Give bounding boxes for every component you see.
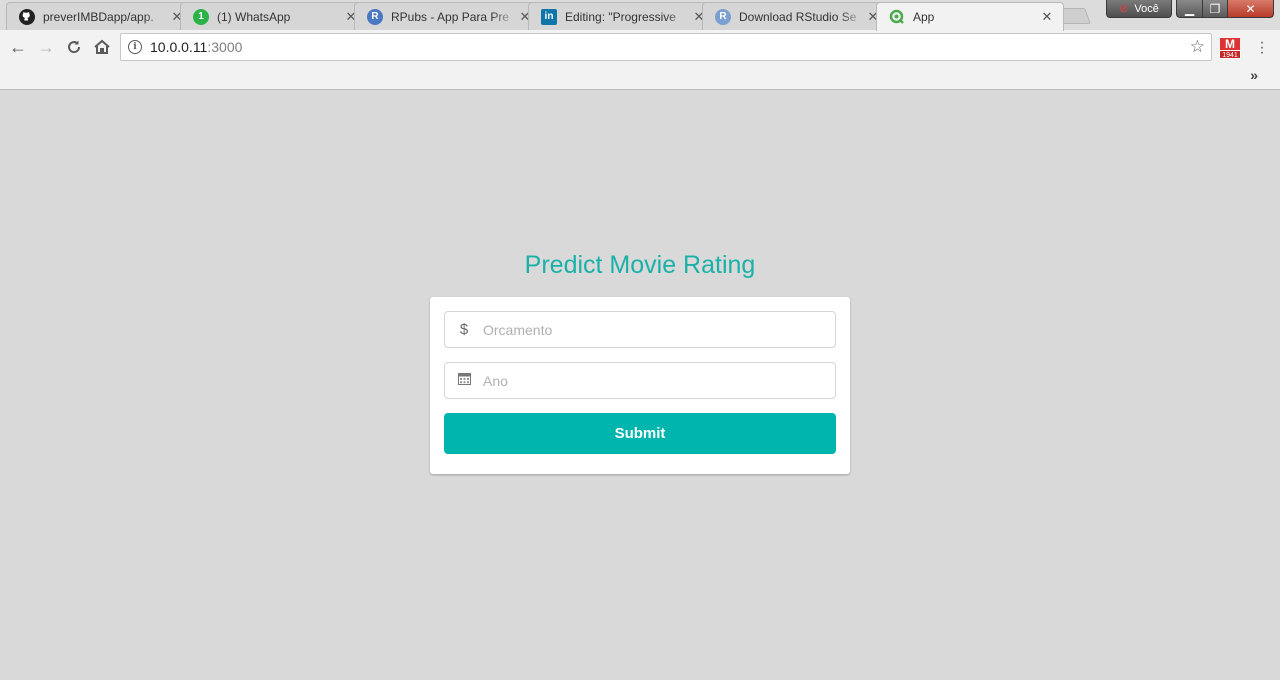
address-bar[interactable]: i 10.0.0.11 :3000 ☆ bbox=[120, 33, 1212, 61]
gmail-extension-button[interactable]: M 1941 bbox=[1219, 38, 1241, 60]
r-icon: R bbox=[367, 8, 383, 25]
tab-linkedin[interactable]: in Editing: "Progressive ✕ bbox=[528, 2, 716, 30]
calendar-icon bbox=[445, 372, 483, 389]
profile-name: Você bbox=[1134, 2, 1159, 15]
arrow-left-icon: ← bbox=[9, 36, 27, 57]
maximize-button[interactable]: ❐ bbox=[1202, 0, 1228, 18]
forward-button[interactable]: → bbox=[34, 35, 58, 59]
tab-app[interactable]: App ✕ bbox=[876, 2, 1064, 31]
profile-icon: ⊘ bbox=[1119, 3, 1129, 15]
tab-title: App bbox=[913, 10, 935, 24]
tab-rpubs[interactable]: R RPubs - App Para Pre ✕ bbox=[354, 2, 542, 30]
reload-button[interactable] bbox=[62, 35, 86, 59]
tab-title: RPubs - App Para Pre bbox=[391, 9, 510, 24]
browser-menu-button[interactable]: · · · bbox=[1258, 35, 1266, 61]
tab-title: Download RStudio Se bbox=[739, 9, 857, 24]
github-icon bbox=[19, 8, 35, 25]
bookmarks-bar: » bbox=[0, 64, 1280, 90]
linkedin-icon: in bbox=[541, 8, 557, 25]
tab-rstudio[interactable]: R Download RStudio Se ✕ bbox=[702, 2, 890, 30]
dollar-icon: $ bbox=[459, 321, 469, 338]
home-button[interactable] bbox=[90, 35, 114, 59]
address-port: :3000 bbox=[207, 39, 243, 55]
browser-toolbar: ← → i 10.0.0.11 :3000 ☆ M 1941 · · · bbox=[0, 30, 1280, 64]
arrow-right-icon: → bbox=[37, 36, 55, 57]
tab-title: (1) WhatsApp bbox=[217, 9, 291, 24]
home-icon bbox=[94, 39, 110, 54]
close-window-button[interactable]: ✕ bbox=[1227, 0, 1274, 18]
tab-whatsapp[interactable]: 1 (1) WhatsApp ✕ bbox=[180, 2, 368, 30]
close-tab-icon[interactable]: ✕ bbox=[1039, 9, 1055, 25]
back-button[interactable]: ← bbox=[6, 35, 30, 59]
more-vertical-icon: · · · bbox=[1259, 34, 1265, 61]
qlik-icon bbox=[889, 9, 905, 25]
submit-button[interactable]: Submit bbox=[444, 413, 836, 454]
restore-icon: ❐ bbox=[1209, 1, 1221, 16]
tab-github[interactable]: preverIMBDapp/app. ✕ bbox=[6, 2, 194, 30]
tab-strip: preverIMBDapp/app. ✕ 1 (1) WhatsApp ✕ R … bbox=[0, 0, 1280, 31]
year-input[interactable] bbox=[483, 363, 835, 398]
minimize-button[interactable]: ▁ bbox=[1176, 0, 1203, 18]
budget-field[interactable]: $ bbox=[444, 311, 836, 348]
info-icon[interactable]: i bbox=[128, 40, 142, 54]
tab-title: preverIMBDapp/app. bbox=[43, 9, 154, 24]
profile-button[interactable]: ⊘ Você bbox=[1106, 0, 1172, 18]
minimize-icon: ▁ bbox=[1184, 1, 1195, 16]
close-icon: ✕ bbox=[1245, 1, 1256, 16]
reload-icon bbox=[68, 40, 81, 54]
whatsapp-icon: 1 bbox=[193, 8, 209, 25]
year-field[interactable] bbox=[444, 362, 836, 399]
tab-title: Editing: "Progressive bbox=[565, 9, 676, 24]
unread-badge: 1941 bbox=[1219, 50, 1241, 59]
bookmark-star-icon[interactable]: ☆ bbox=[1190, 37, 1205, 57]
prediction-form: $ Submit bbox=[430, 297, 850, 474]
address-host: 10.0.0.11 bbox=[150, 39, 208, 55]
bookmarks-overflow-button[interactable]: » bbox=[1250, 67, 1258, 83]
budget-input[interactable] bbox=[483, 312, 835, 347]
page-title: Predict Movie Rating bbox=[524, 251, 756, 279]
r-icon: R bbox=[715, 8, 731, 25]
